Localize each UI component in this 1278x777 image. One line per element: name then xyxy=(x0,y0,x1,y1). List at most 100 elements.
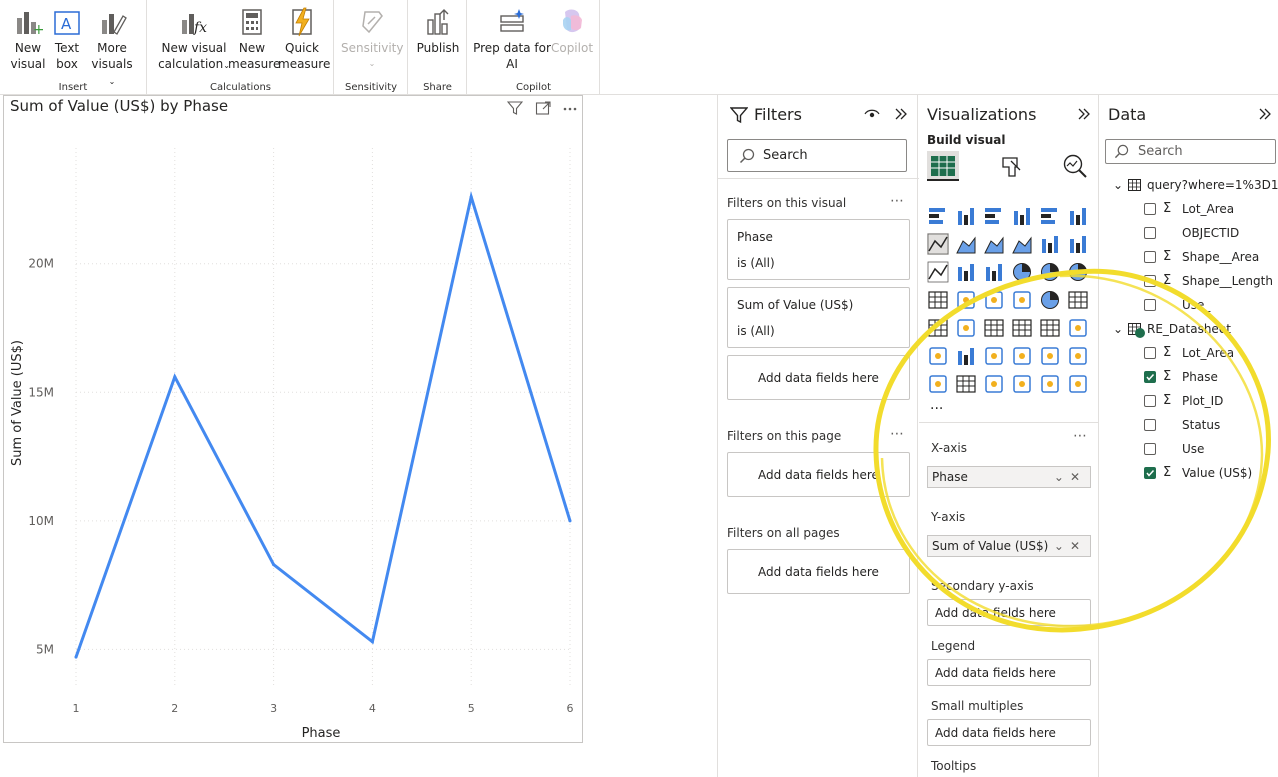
power-apps-icon[interactable] xyxy=(927,373,949,395)
power-automate-icon[interactable] xyxy=(1011,373,1033,395)
x-axis-field-pill[interactable]: Phase ⌄✕ xyxy=(927,466,1091,488)
paginated-report-icon[interactable] xyxy=(1039,345,1061,367)
new-card-icon[interactable] xyxy=(955,373,977,395)
qa-icon[interactable] xyxy=(1011,345,1033,367)
add-all-pages-filter-dropzone[interactable]: Add data fields here xyxy=(727,549,910,594)
collapse-pane-icon[interactable] xyxy=(1077,107,1091,121)
chevron-visual-icon[interactable] xyxy=(1067,373,1089,395)
field-checkbox[interactable] xyxy=(1144,275,1156,287)
add-visual-filter-dropzone[interactable]: Add data fields here xyxy=(727,355,910,400)
legend-dropzone[interactable]: Add data fields here xyxy=(927,659,1091,686)
field-checkbox[interactable] xyxy=(1144,395,1156,407)
series-line xyxy=(74,190,572,658)
100-stacked-bar-chart-icon[interactable] xyxy=(1039,205,1061,227)
collapse-pane-icon[interactable] xyxy=(1258,107,1272,121)
field-checkbox[interactable] xyxy=(1144,299,1156,311)
azure-map-icon[interactable] xyxy=(1011,289,1033,311)
report-canvas[interactable]: 5M 10M 15M 20M 1 2 3 4 5 6 Phase Sum of Value (US$)… xyxy=(0,95,716,777)
matrix-icon[interactable] xyxy=(1039,317,1061,339)
field-checkbox[interactable] xyxy=(1144,371,1156,383)
sensitivity-button[interactable]: Sensitivity ⌄ xyxy=(341,6,403,72)
new-visual-label-1: New xyxy=(14,41,42,55)
pie-chart-icon[interactable] xyxy=(1039,261,1061,283)
area-chart-icon[interactable] xyxy=(955,233,977,255)
card-icon[interactable] xyxy=(1067,289,1089,311)
map-icon[interactable] xyxy=(955,289,977,311)
filters-search-box[interactable]: Search xyxy=(727,139,907,172)
add-page-filter-dropzone[interactable]: Add data fields here xyxy=(727,452,910,497)
more-visuals-button[interactable]: More visuals ⌄ xyxy=(88,6,136,90)
field-checkbox[interactable] xyxy=(1144,347,1156,359)
stacked-column-chart-icon[interactable] xyxy=(955,205,977,227)
stacked-bar-chart-icon[interactable] xyxy=(927,205,949,227)
filter-card-sum-of-value[interactable]: Sum of Value (US$) is (All) xyxy=(727,287,910,348)
chevron-down-icon[interactable]: ⌄ xyxy=(1113,175,1123,195)
scatter-chart-icon[interactable] xyxy=(1011,261,1033,283)
field-checkbox[interactable] xyxy=(1144,227,1156,239)
line-and-clustered-column-chart-icon[interactable] xyxy=(1067,233,1089,255)
chevron-down-close-icon[interactable]: ⌄✕ xyxy=(1054,467,1086,487)
chevron-down-close-icon[interactable]: ⌄✕ xyxy=(1054,536,1086,556)
clustered-column-chart-icon[interactable] xyxy=(1011,205,1033,227)
publish-button[interactable]: Publish xyxy=(414,6,462,56)
donut-chart-icon[interactable] xyxy=(1067,261,1089,283)
new-visual-calculation-button[interactable]: fx New visual calculation⌄ xyxy=(154,6,234,74)
100-stacked-area-chart-icon[interactable] xyxy=(1011,233,1033,255)
treemap-icon[interactable] xyxy=(927,289,949,311)
copilot-label: Copilot xyxy=(550,41,594,55)
field-checkbox[interactable] xyxy=(1144,419,1156,431)
collapse-pane-icon[interactable] xyxy=(894,107,908,121)
filter-icon[interactable] xyxy=(507,100,523,116)
100-stacked-column-chart-icon[interactable] xyxy=(1067,205,1089,227)
funnel-chart-icon[interactable] xyxy=(983,261,1005,283)
kpi-icon[interactable] xyxy=(955,317,977,339)
analytics-icon[interactable] xyxy=(1062,153,1088,179)
field-checkbox[interactable] xyxy=(1144,467,1156,479)
line-and-column-chart-icon[interactable] xyxy=(1039,233,1061,255)
copilot-button[interactable]: Copilot xyxy=(550,6,594,56)
field-checkbox[interactable] xyxy=(1144,203,1156,215)
quick-measure-button[interactable]: Quick measure xyxy=(278,6,330,72)
clustered-bar-chart-icon[interactable] xyxy=(983,205,1005,227)
table-icon[interactable] xyxy=(1011,317,1033,339)
build-visual-tab[interactable] xyxy=(927,151,959,181)
data-search-box[interactable]: Search xyxy=(1105,139,1276,164)
multi-row-card-icon[interactable] xyxy=(927,317,949,339)
more-options-icon[interactable]: ⋯ xyxy=(1073,428,1088,444)
key-influencers-icon[interactable] xyxy=(955,345,977,367)
trophy-icon[interactable] xyxy=(1067,345,1089,367)
more-visuals-ellipsis[interactable]: ... xyxy=(930,397,943,413)
slicer-icon[interactable] xyxy=(983,317,1005,339)
secondary-y-axis-dropzone[interactable]: Add data fields here xyxy=(927,599,1091,626)
diamond-visual-icon[interactable] xyxy=(1039,373,1061,395)
more-options-icon[interactable]: ⋯ xyxy=(890,193,905,209)
ribbon-group-share: Publish Share xyxy=(409,0,467,95)
gauge-icon[interactable] xyxy=(1039,289,1061,311)
waterfall-chart-icon[interactable] xyxy=(955,261,977,283)
eye-icon[interactable] xyxy=(864,107,880,121)
more-options-icon[interactable]: ⋯ xyxy=(890,426,905,442)
filled-map-icon[interactable] xyxy=(983,289,1005,311)
focus-mode-icon[interactable] xyxy=(535,100,551,116)
ribbon-chart-icon[interactable] xyxy=(927,261,949,283)
narrative-icon[interactable] xyxy=(983,373,1005,395)
field-checkbox[interactable] xyxy=(1144,251,1156,263)
line-chart-visual[interactable]: 5M 10M 15M 20M 1 2 3 4 5 6 Phase Sum of Value (US$)… xyxy=(3,95,583,743)
prep-data-for-ai-button[interactable]: Prep data for AI xyxy=(472,6,552,72)
new-visual-button[interactable]: + New visual xyxy=(8,6,48,72)
python-visual-icon[interactable] xyxy=(927,345,949,367)
more-options-icon[interactable] xyxy=(562,100,578,116)
field-checkbox[interactable] xyxy=(1144,443,1156,455)
text-box-button[interactable]: A Text box xyxy=(50,6,84,72)
new-measure-button[interactable]: New measure xyxy=(228,6,280,72)
filter-card-phase[interactable]: Phase is (All) xyxy=(727,219,910,280)
decomposition-tree-icon[interactable] xyxy=(983,345,1005,367)
r-visual-icon[interactable] xyxy=(1067,317,1089,339)
format-visual-icon[interactable] xyxy=(998,155,1022,179)
y-axis-field-pill[interactable]: Sum of Value (US$) ⌄✕ xyxy=(927,535,1091,557)
chevron-down-icon[interactable]: ⌄ xyxy=(1113,319,1123,339)
small-multiples-dropzone[interactable]: Add data fields here xyxy=(927,719,1091,746)
chevron-down-icon: ⌄ xyxy=(368,59,376,68)
stacked-area-chart-icon[interactable] xyxy=(983,233,1005,255)
line-chart-icon[interactable] xyxy=(927,233,949,255)
